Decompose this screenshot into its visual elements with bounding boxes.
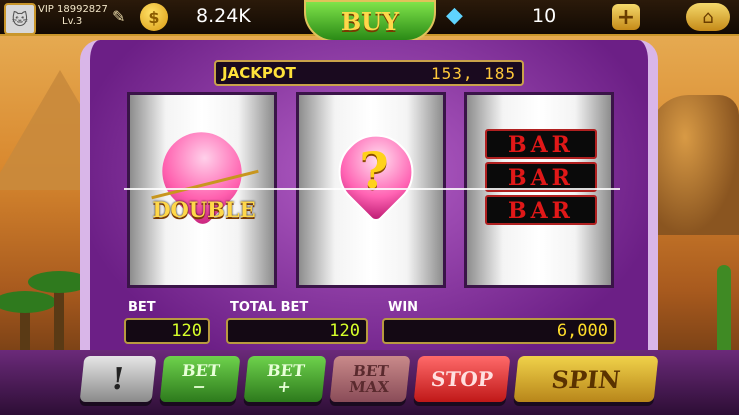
question-heart-icon: ? [323,119,429,225]
bet-max-bottom-label: MAX [348,378,391,396]
jackpot-value: 153, 185 [430,64,516,83]
bet-max-top-label: BET [352,362,390,380]
coin-balance: 8.24K [196,5,251,27]
stop-button[interactable]: STOP [413,356,511,402]
add-gems-button[interactable]: + [612,4,640,30]
win-meter: 6,000 [382,318,616,344]
bet-label: BET [128,300,156,315]
plus-icon: + [276,377,292,396]
total-bet-meter: 120 [226,318,368,344]
gem-balance: 10 [532,5,557,27]
vip-id: VIP 18992827 [38,4,108,15]
total-bet-label: TOTAL BET [230,300,309,315]
bet-plus-button[interactable]: BET + [243,356,327,402]
reel-2: ? [296,92,446,288]
bar-symbol: BAR [485,195,597,225]
question-mark: ? [359,141,389,200]
pencil-icon[interactable]: ✎ [112,7,125,26]
double-symbol-label: DOUBLE [152,197,256,222]
spin-label: SPIN [550,364,622,394]
bet-minus-button[interactable]: BET − [159,356,241,402]
win-label: WIN [388,300,419,315]
stop-label: STOP [429,367,495,391]
minus-icon: − [191,377,207,396]
double-heart-icon: DOUBLE [146,116,259,228]
info-button[interactable]: ! [79,356,157,402]
jackpot-label: JACKPOT [222,64,296,82]
home-button[interactable]: ⌂ [686,3,730,31]
bet-max-button[interactable]: BET MAX [329,356,411,402]
bet-meter: 120 [124,318,210,344]
payline [124,188,620,190]
triple-bar-symbol: BAR BAR BAR [485,129,597,228]
bar-symbol: BAR [485,129,597,159]
info-label: ! [109,361,127,397]
top-bar: 🐱 VIP 18992827 Lv.3 ✎ $ 8.24K BUY ◆ 10 +… [0,0,739,42]
avatar-icon[interactable]: 🐱 [4,3,36,35]
player-level: Lv.3 [62,16,83,27]
buy-button[interactable]: BUY [304,0,436,42]
jackpot-display: JACKPOT 153, 185 [214,60,524,86]
reel-1: DOUBLE [127,92,277,288]
spin-button[interactable]: SPIN [513,356,659,402]
reel-3: BAR BAR BAR [464,92,614,288]
coin-icon: $ [140,3,168,31]
diamond-icon: ◆ [446,3,463,28]
sphinx-scenery [649,95,739,235]
